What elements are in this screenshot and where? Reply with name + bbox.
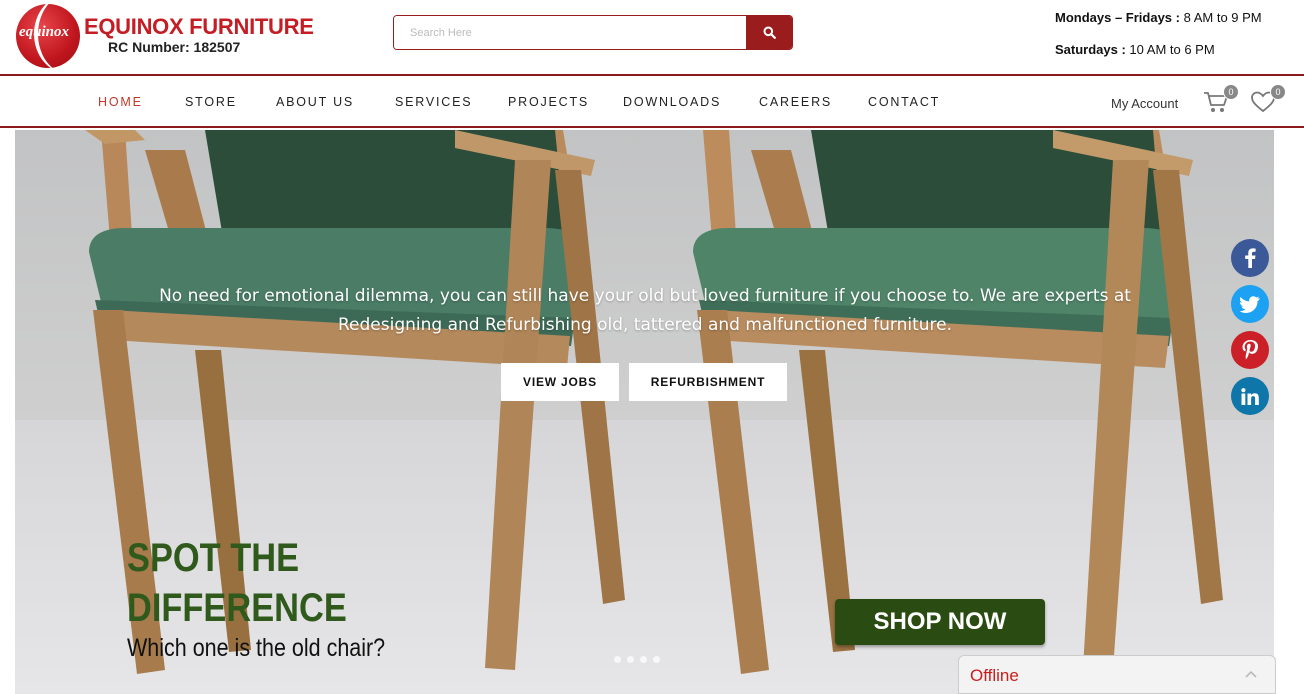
search-button[interactable] — [746, 16, 792, 49]
nav-store[interactable]: STORE — [185, 95, 237, 109]
weekday-time: 8 AM to 9 PM — [1179, 10, 1262, 25]
banner-subtitle: Which one is the old chair? — [127, 634, 386, 662]
refurbishment-button[interactable]: REFURBISHMENT — [629, 363, 787, 401]
cart-count-badge: 0 — [1223, 84, 1239, 100]
nav-contact[interactable]: CONTACT — [868, 95, 940, 109]
facebook-icon — [1245, 248, 1256, 268]
slider-dot[interactable] — [614, 656, 621, 663]
slider-dot[interactable] — [653, 656, 660, 663]
slider-dot[interactable] — [640, 656, 647, 663]
chat-status: Offline — [970, 666, 1019, 685]
facebook-button[interactable] — [1231, 239, 1269, 277]
main-nav: HOME STORE ABOUT US SERVICES PROJECTS DO… — [0, 78, 1304, 128]
shop-now-button[interactable]: SHOP NOW — [835, 599, 1045, 645]
brand-logo[interactable]: equinox EQUINOX FURNITURE RC Number: 182… — [16, 4, 316, 68]
banner-title-line1: SPOT THE — [127, 536, 300, 580]
brand-name: EQUINOX FURNITURE — [84, 14, 314, 39]
search-icon — [763, 26, 776, 39]
hero-description: No need for emotional dilemma, you can s… — [159, 286, 1131, 335]
opening-hours: Mondays – Fridays : 8 AM to 9 PM Saturda… — [1055, 10, 1262, 74]
chevron-up-icon[interactable] — [1245, 670, 1257, 678]
search-input[interactable] — [394, 16, 747, 49]
logo-emblem: equinox — [16, 4, 80, 68]
slider-dots — [614, 656, 660, 663]
saturday-label: Saturdays : — [1055, 42, 1126, 57]
search-bar — [393, 15, 793, 50]
linkedin-button[interactable] — [1231, 377, 1269, 415]
slider-dot[interactable] — [627, 656, 634, 663]
nav-projects[interactable]: PROJECTS — [508, 95, 589, 109]
chat-widget[interactable]: Offline — [958, 655, 1276, 694]
cart-button[interactable]: 0 — [1203, 84, 1239, 114]
linkedin-icon — [1241, 387, 1259, 405]
twitter-icon — [1240, 295, 1260, 313]
saturday-time: 10 AM to 6 PM — [1125, 42, 1215, 57]
logo-wordmark: equinox — [19, 24, 70, 40]
nav-home[interactable]: HOME — [98, 95, 143, 109]
nav-about-us[interactable]: ABOUT US — [276, 95, 354, 109]
top-header: equinox EQUINOX FURNITURE RC Number: 182… — [0, 0, 1304, 76]
twitter-button[interactable] — [1231, 285, 1269, 323]
rc-number: RC Number: 182507 — [108, 39, 241, 55]
nav-careers[interactable]: CAREERS — [759, 95, 832, 109]
nav-downloads[interactable]: DOWNLOADS — [623, 95, 721, 109]
wishlist-button[interactable]: 0 — [1250, 84, 1286, 114]
pinterest-button[interactable] — [1231, 331, 1269, 369]
pinterest-icon — [1242, 340, 1258, 360]
wishlist-count-badge: 0 — [1270, 84, 1286, 100]
view-jobs-button[interactable]: VIEW JOBS — [501, 363, 619, 401]
weekday-label: Mondays – Fridays : — [1055, 10, 1180, 25]
banner-title-line2: DIFFERENCE — [127, 586, 347, 630]
banner-title: SPOT THE DIFFERENCE — [127, 533, 347, 633]
my-account-link[interactable]: My Account — [1111, 96, 1178, 111]
hero-slider[interactable]: No need for emotional dilemma, you can s… — [15, 130, 1274, 694]
nav-services[interactable]: SERVICES — [395, 95, 472, 109]
